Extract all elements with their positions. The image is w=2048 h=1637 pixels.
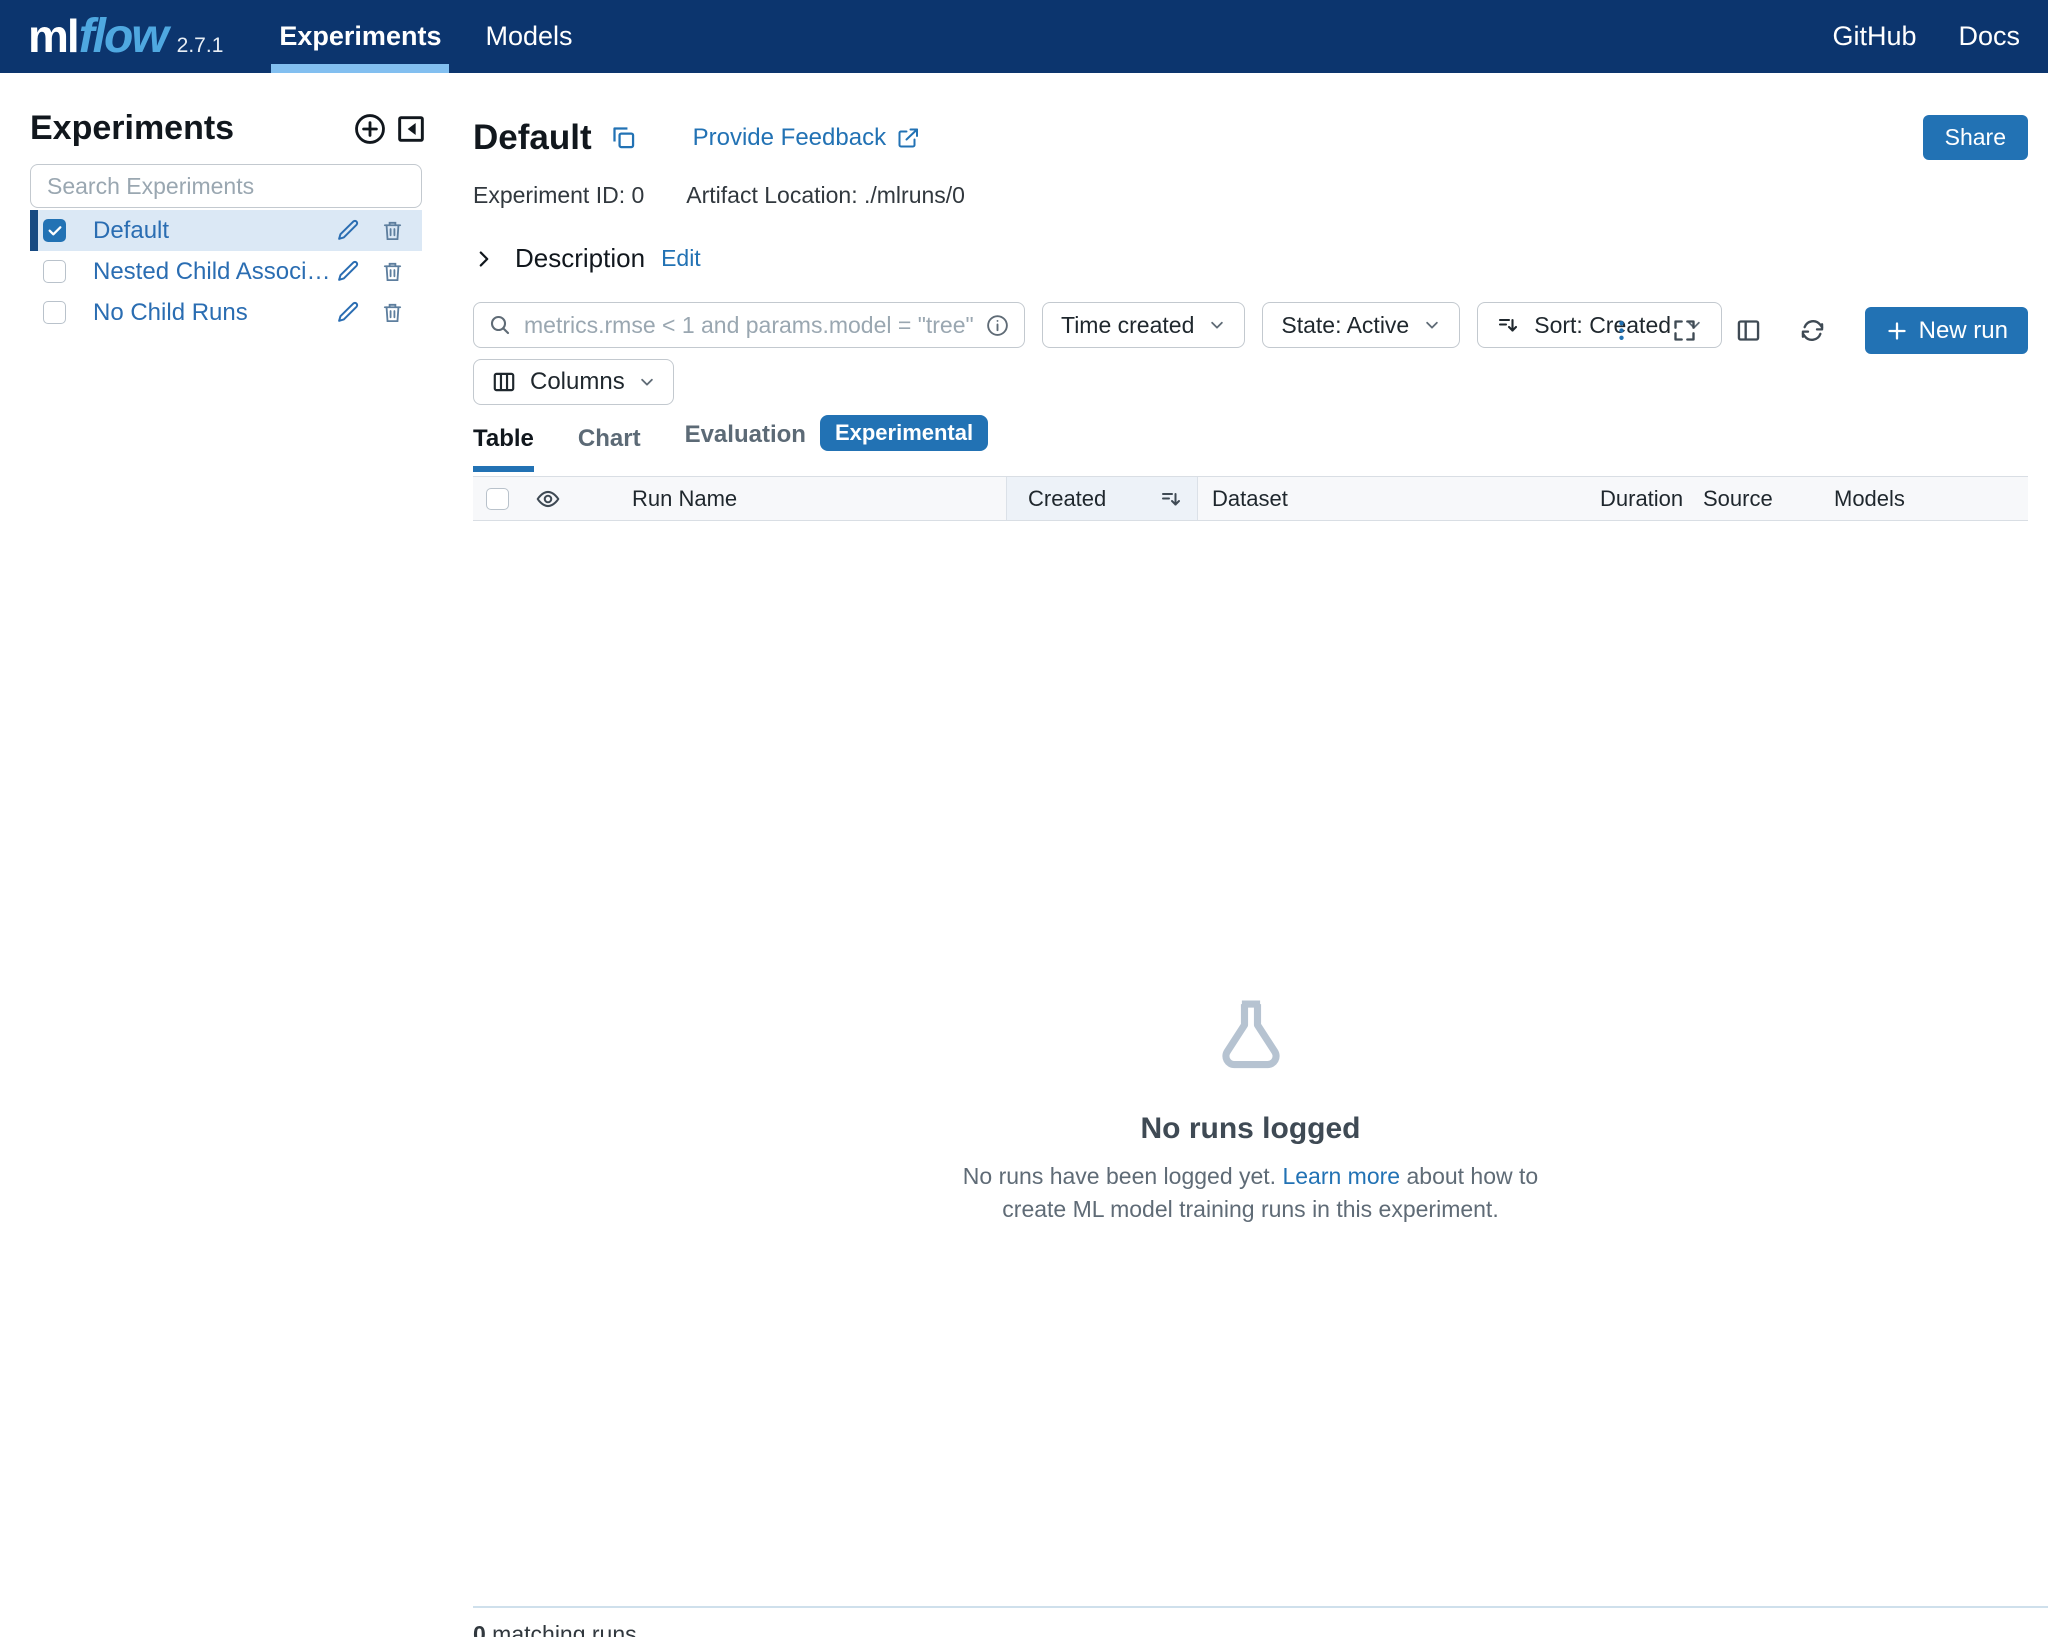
sort-descending-icon[interactable] [1159, 487, 1183, 511]
experiment-checkbox[interactable] [43, 301, 66, 324]
empty-state-description: No runs have been logged yet. Learn more… [963, 1160, 1538, 1227]
nav-tab-experiments[interactable]: Experiments [277, 0, 443, 73]
empty-state-title: No runs logged [1141, 1112, 1361, 1146]
experimental-badge: Experimental [820, 415, 988, 451]
github-link[interactable]: GitHub [1832, 21, 1916, 52]
sidebar-title: Experiments [30, 109, 234, 148]
provide-feedback-label: Provide Feedback [693, 124, 886, 152]
share-button[interactable]: Share [1923, 115, 2028, 160]
chevron-down-icon [638, 373, 656, 391]
column-header-duration[interactable]: Duration [1588, 477, 1688, 520]
search-experiments-input[interactable] [30, 164, 422, 208]
empty-text-line2: create ML model training runs in this ex… [963, 1193, 1538, 1226]
experiment-link[interactable]: Nested Child Association [93, 258, 336, 286]
nav-links: GitHub Docs [1832, 21, 2020, 52]
provide-feedback-link[interactable]: Provide Feedback [693, 124, 920, 152]
footer-divider [473, 1606, 2048, 1608]
artifact-location-label: Artifact Location: ./mlruns/0 [686, 182, 965, 209]
created-column-label: Created [1028, 486, 1106, 512]
flask-icon [1212, 994, 1290, 1074]
logo-flow-text: flow [79, 9, 167, 64]
state-label: State: Active [1281, 312, 1409, 339]
runs-table-header: Run Name Created Dataset Duration Source… [473, 476, 2028, 521]
empty-text-pre: No runs have been logged yet. [963, 1163, 1283, 1189]
column-header-source[interactable]: Source [1688, 477, 1796, 520]
description-label: Description [515, 243, 645, 274]
matching-runs-count: 0 [473, 1621, 486, 1637]
tab-evaluation[interactable]: Evaluation Experimental [685, 421, 989, 476]
column-header-run-name[interactable]: Run Name [578, 477, 1006, 520]
fullscreen-icon[interactable] [1671, 317, 1698, 344]
experiment-row-default[interactable]: Default [30, 210, 422, 251]
pencil-icon[interactable] [336, 300, 361, 325]
experiments-sidebar: Experiments [0, 73, 423, 1637]
overflow-menu-icon[interactable] [1609, 318, 1634, 343]
experiment-link[interactable]: Default [93, 217, 336, 245]
empty-state: No runs logged No runs have been logged … [473, 994, 2028, 1227]
panel-icon[interactable] [1735, 317, 1762, 344]
columns-label: Columns [530, 368, 625, 396]
search-icon [488, 313, 512, 337]
matching-runs-status: 0 matching runs [473, 1621, 637, 1637]
time-created-dropdown[interactable]: Time created [1042, 302, 1245, 348]
experiment-checkbox[interactable] [43, 260, 66, 283]
nav-tab-models[interactable]: Models [483, 0, 574, 73]
page-title: Default [473, 118, 592, 158]
mlflow-logo: ml flow 2.7.1 [28, 9, 223, 64]
experiment-link[interactable]: No Child Runs [93, 299, 336, 327]
experiments-list: Default Nested Child Association [30, 210, 422, 333]
pencil-icon[interactable] [336, 218, 361, 243]
nav-tabs: Experiments Models [257, 0, 594, 73]
trash-icon[interactable] [381, 301, 404, 324]
logo-ml-text: ml [28, 9, 78, 63]
tab-evaluation-label: Evaluation [685, 421, 806, 449]
external-link-icon [896, 126, 920, 150]
docs-link[interactable]: Docs [1958, 21, 2020, 52]
new-run-label: New run [1919, 317, 2008, 345]
chevron-right-icon[interactable] [473, 248, 495, 270]
refresh-icon[interactable] [1799, 317, 1826, 344]
empty-text-post: about how to [1400, 1163, 1538, 1189]
runs-search-box[interactable] [473, 302, 1025, 348]
columns-icon [491, 369, 517, 395]
experiment-main-panel: Default Provide Feedback Share Experimen… [423, 73, 2048, 1637]
state-dropdown[interactable]: State: Active [1262, 302, 1460, 348]
columns-dropdown[interactable]: Columns [473, 359, 674, 405]
matching-runs-label: matching runs [486, 1621, 637, 1637]
experiment-id-label: Experiment ID: 0 [473, 182, 644, 209]
copy-icon[interactable] [610, 124, 637, 151]
eye-icon[interactable] [521, 477, 578, 520]
new-run-button[interactable]: New run [1865, 307, 2028, 354]
info-icon[interactable] [985, 313, 1010, 338]
plus-icon [1885, 319, 1909, 343]
plus-circle-icon [353, 112, 387, 146]
tab-chart[interactable]: Chart [578, 425, 641, 472]
view-tabs: Table Chart Evaluation Experimental [473, 421, 2028, 476]
chevron-down-icon [1423, 316, 1441, 334]
trash-icon[interactable] [381, 219, 404, 242]
chevron-down-icon [1208, 316, 1226, 334]
experiment-row-no-child-runs[interactable]: No Child Runs [30, 292, 422, 333]
trash-icon[interactable] [381, 260, 404, 283]
pencil-icon[interactable] [336, 259, 361, 284]
tab-table[interactable]: Table [473, 425, 534, 472]
select-all-checkbox[interactable] [486, 488, 509, 510]
description-edit-link[interactable]: Edit [661, 245, 701, 272]
version-label: 2.7.1 [177, 34, 224, 58]
experiment-checkbox[interactable] [43, 219, 66, 242]
runs-filter-input[interactable] [524, 312, 973, 339]
top-navbar: ml flow 2.7.1 Experiments Models GitHub … [0, 0, 2048, 73]
time-created-label: Time created [1061, 312, 1194, 339]
sort-descending-icon [1496, 313, 1520, 337]
learn-more-link[interactable]: Learn more [1282, 1163, 1400, 1189]
experiment-row-nested-child-association[interactable]: Nested Child Association [30, 251, 422, 292]
column-header-dataset[interactable]: Dataset [1198, 477, 1588, 520]
create-experiment-button[interactable] [353, 112, 387, 146]
column-header-models[interactable]: Models [1796, 477, 2028, 520]
column-header-created[interactable]: Created [1006, 477, 1198, 520]
checkmark-icon [47, 223, 63, 239]
